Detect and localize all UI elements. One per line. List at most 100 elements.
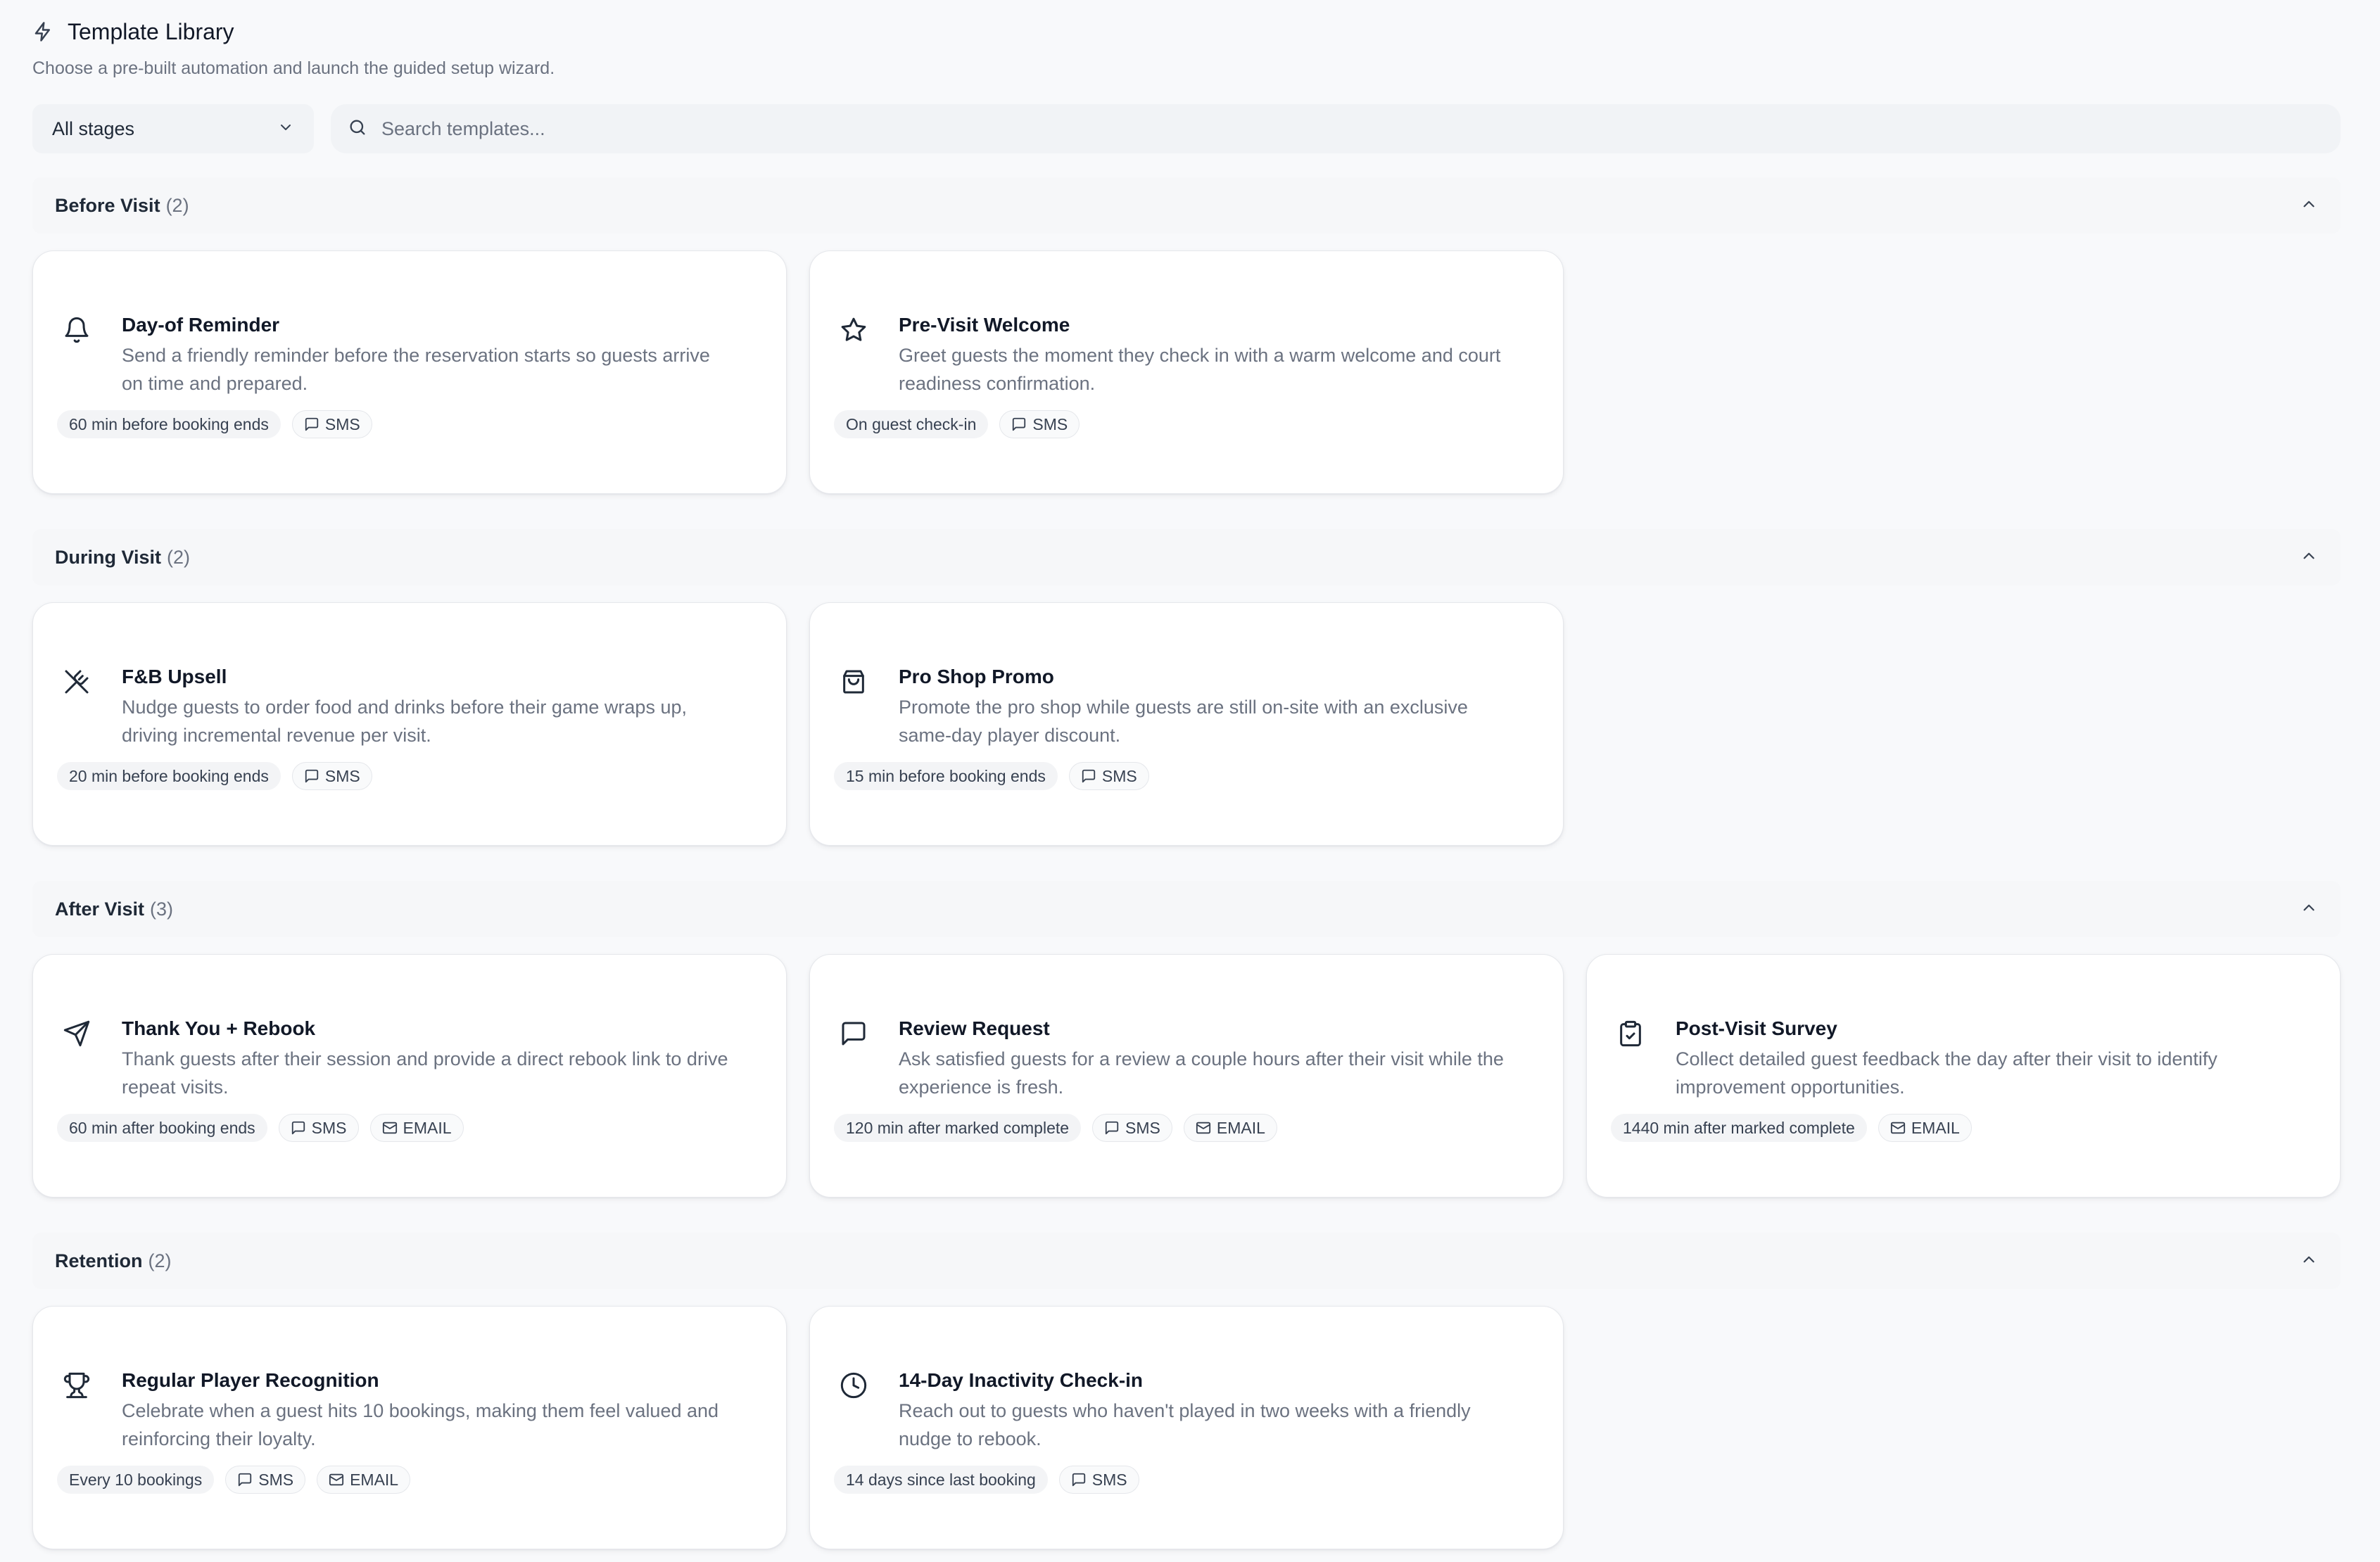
channel-badge-sms: SMS bbox=[291, 762, 372, 790]
card-title: Pre-Visit Welcome bbox=[899, 314, 1070, 336]
section-name: After Visit bbox=[55, 898, 145, 920]
channel-badge-sms: SMS bbox=[999, 410, 1080, 438]
section-name: Retention bbox=[55, 1250, 143, 1271]
card-title: F&B Upsell bbox=[122, 666, 227, 687]
card-title: Thank You + Rebook bbox=[122, 1017, 316, 1039]
card-body: Review Request Ask satisfied guests for a… bbox=[899, 1015, 1538, 1101]
message-icon bbox=[304, 768, 325, 784]
card-body: Thank You + Rebook Thank guests after the… bbox=[122, 1015, 761, 1101]
card-tags: Every 10 bookings SMS EMAIL bbox=[57, 1466, 411, 1494]
search-input[interactable] bbox=[380, 117, 2324, 141]
card-tags: On guest check-in SMS bbox=[834, 410, 1080, 438]
template-card[interactable]: Post-Visit Survey Collect detailed guest … bbox=[1586, 954, 2341, 1198]
card-description-line: Reach out to guests who haven't played i… bbox=[899, 1400, 1471, 1421]
section-title: Before Visit (2) bbox=[55, 195, 189, 217]
card-description-line: same-day player discount. bbox=[899, 725, 1121, 746]
trigger-timing-badge: 60 min after booking ends bbox=[57, 1114, 267, 1142]
message-icon bbox=[1104, 1120, 1125, 1136]
section-count: (2) bbox=[167, 546, 191, 568]
trigger-timing-badge: 120 min after marked complete bbox=[834, 1114, 1082, 1142]
template-card[interactable]: Pre-Visit Welcome Greet guests the moment… bbox=[809, 250, 1564, 494]
card-title: Regular Player Recognition bbox=[122, 1369, 379, 1391]
trigger-timing-badge: 1440 min after marked complete bbox=[1611, 1114, 1867, 1142]
template-card[interactable]: 14-Day Inactivity Check-in Reach out to g… bbox=[809, 1306, 1564, 1549]
template-card[interactable]: Pro Shop Promo Promote the pro shop while… bbox=[809, 602, 1564, 846]
card-description-line: Ask satisfied guests for a review a coup… bbox=[899, 1048, 1504, 1069]
card-description-line: Thank guests after their session and pro… bbox=[122, 1048, 728, 1069]
message-icon bbox=[304, 417, 325, 432]
card-description: Reach out to guests who haven't played i… bbox=[899, 1397, 1538, 1453]
card-tags: 60 min after booking ends SMS EMAIL bbox=[57, 1114, 464, 1142]
chevron-up-icon[interactable] bbox=[2300, 899, 2318, 920]
channel-label: EMAIL bbox=[1216, 1118, 1265, 1137]
card-body: Pre-Visit Welcome Greet guests the moment… bbox=[899, 312, 1538, 398]
section-header-after-visit[interactable]: After Visit (3) bbox=[32, 881, 2341, 937]
utensils-crossed-icon bbox=[57, 662, 96, 701]
stage-filter-value: All stages bbox=[52, 118, 135, 139]
card-description-line: Nudge guests to order food and drinks be… bbox=[122, 697, 687, 718]
channel-badge-sms: SMS bbox=[1092, 1114, 1172, 1142]
message-square-icon bbox=[834, 1014, 873, 1053]
channel-label: EMAIL bbox=[350, 1470, 399, 1489]
channel-badge-sms: SMS bbox=[1058, 1466, 1139, 1494]
stage-filter-select[interactable]: All stages bbox=[32, 104, 314, 153]
channel-badge-sms: SMS bbox=[1068, 762, 1149, 790]
template-library-page: Template Library Choose a pre-built auto… bbox=[0, 0, 2380, 1562]
card-body: Regular Player Recognition Celebrate when… bbox=[122, 1367, 761, 1453]
card-description-line: on time and prepared. bbox=[122, 373, 308, 394]
channel-badge-sms: SMS bbox=[278, 1114, 359, 1142]
template-card[interactable]: Regular Player Recognition Celebrate when… bbox=[32, 1306, 787, 1549]
section-header-during-visit[interactable]: During Visit (2) bbox=[32, 529, 2341, 585]
section-count: (2) bbox=[165, 194, 189, 216]
page-header: Template Library bbox=[32, 15, 234, 48]
channel-label: SMS bbox=[1125, 1118, 1160, 1137]
section-count: (2) bbox=[148, 1250, 172, 1271]
card-description-line: Promote the pro shop while guests are st… bbox=[899, 697, 1468, 718]
section-title: After Visit (3) bbox=[55, 899, 173, 920]
trigger-timing-badge: 20 min before booking ends bbox=[57, 762, 281, 790]
section-header-before-visit[interactable]: Before Visit (2) bbox=[32, 177, 2341, 234]
template-card-row: F&B Upsell Nudge guests to order food and… bbox=[32, 602, 1564, 849]
card-description: Nudge guests to order food and drinks be… bbox=[122, 693, 761, 749]
card-description-line: Send a friendly reminder before the rese… bbox=[122, 345, 710, 366]
card-description: Thank guests after their session and pro… bbox=[122, 1045, 761, 1101]
mail-icon bbox=[382, 1120, 403, 1136]
template-card[interactable]: F&B Upsell Nudge guests to order food and… bbox=[32, 602, 787, 846]
send-icon bbox=[57, 1014, 96, 1053]
trigger-timing-badge: On guest check-in bbox=[834, 410, 989, 438]
channel-label: SMS bbox=[258, 1470, 294, 1489]
card-description-line: driving incremental revenue per visit. bbox=[122, 725, 431, 746]
message-icon bbox=[1011, 417, 1032, 432]
message-icon bbox=[1081, 768, 1102, 784]
card-tags: 20 min before booking ends SMS bbox=[57, 762, 372, 790]
template-card[interactable]: Review Request Ask satisfied guests for a… bbox=[809, 954, 1564, 1198]
channel-label: SMS bbox=[1091, 1470, 1127, 1489]
message-icon bbox=[291, 1120, 312, 1136]
channel-badge-email: EMAIL bbox=[369, 1114, 464, 1142]
section-name: Before Visit bbox=[55, 194, 160, 216]
search-bar[interactable] bbox=[331, 104, 2341, 153]
chevron-up-icon[interactable] bbox=[2300, 195, 2318, 217]
section-header-retention[interactable]: Retention (2) bbox=[32, 1233, 2341, 1289]
card-body: Pro Shop Promo Promote the pro shop while… bbox=[899, 663, 1538, 749]
channel-label: EMAIL bbox=[1911, 1118, 1960, 1137]
chevron-up-icon[interactable] bbox=[2300, 1250, 2318, 1272]
chevron-up-icon[interactable] bbox=[2300, 547, 2318, 569]
card-title: Pro Shop Promo bbox=[899, 666, 1054, 687]
card-title: Post-Visit Survey bbox=[1676, 1017, 1837, 1039]
channel-label: SMS bbox=[1032, 414, 1068, 433]
channel-badge-email: EMAIL bbox=[1183, 1114, 1277, 1142]
template-card[interactable]: Day-of Reminder Send a friendly reminder … bbox=[32, 250, 787, 494]
trigger-timing-badge: 60 min before booking ends bbox=[57, 410, 281, 438]
section-name: During Visit bbox=[55, 546, 162, 568]
clock-icon bbox=[834, 1366, 873, 1405]
channel-label: SMS bbox=[324, 766, 360, 785]
card-tags: 1440 min after marked complete EMAIL bbox=[1611, 1114, 1972, 1142]
chevron-down-icon bbox=[277, 119, 294, 139]
mail-icon bbox=[1890, 1120, 1911, 1136]
template-card[interactable]: Thank You + Rebook Thank guests after the… bbox=[32, 954, 787, 1198]
channel-label: SMS bbox=[324, 414, 360, 433]
clipboard-check-icon bbox=[1611, 1014, 1650, 1053]
card-description-line: nudge to rebook. bbox=[899, 1428, 1042, 1449]
bell-icon bbox=[57, 310, 96, 350]
